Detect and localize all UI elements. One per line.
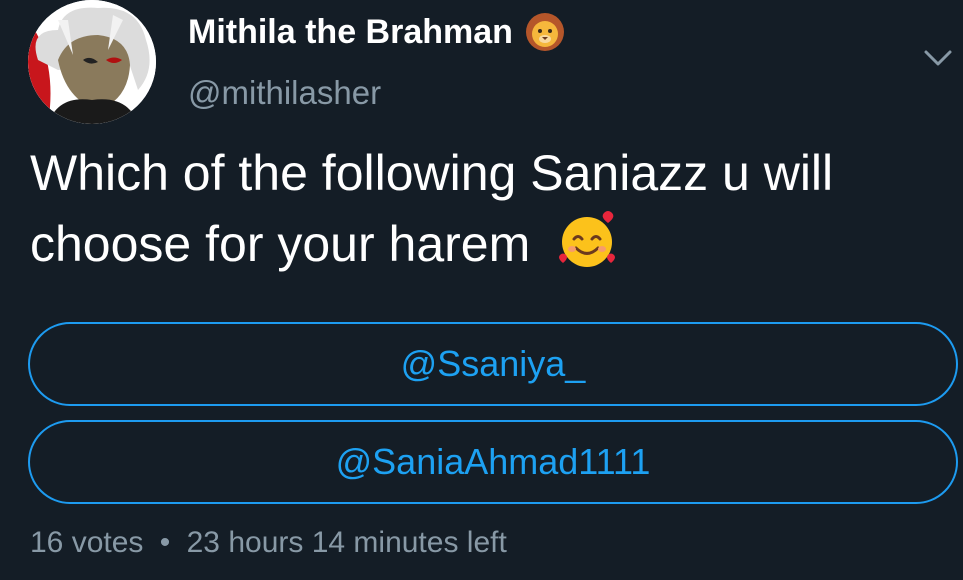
poll-footer: 16 votes • 23 hours 14 minutes left xyxy=(30,526,507,560)
tweet-text: Which of the following Saniazz u will ch… xyxy=(30,138,950,280)
avatar[interactable] xyxy=(28,0,156,124)
avatar-image-icon xyxy=(28,0,156,124)
lion-face-icon xyxy=(525,12,565,52)
poll-option-2-label: @SaniaAhmad1111 xyxy=(335,441,651,482)
poll-option-2[interactable]: @SaniaAhmad1111 xyxy=(28,420,958,504)
separator-dot: • xyxy=(159,526,171,559)
tweet-text-line-2: choose for your harem xyxy=(30,216,531,272)
poll-option-1-label: @Ssaniya_ xyxy=(400,343,586,384)
tweet-text-line-1: Which of the following Saniazz u will xyxy=(30,145,834,201)
chevron-down-icon[interactable] xyxy=(918,44,958,74)
author-handle[interactable]: @mithilasher xyxy=(188,74,381,112)
poll-time-left: 23 hours 14 minutes left xyxy=(186,526,507,559)
tweet-card: Mithila the Brahman @mithilasher Which o… xyxy=(0,0,963,580)
poll-votes-count: 16 votes xyxy=(30,526,144,559)
display-name-text: Mithila the Brahman xyxy=(188,12,513,51)
tweet-text-line-2-row: choose for your harem xyxy=(30,209,950,280)
smiling-face-with-hearts-icon xyxy=(556,209,618,271)
poll-option-1[interactable]: @Ssaniya_ xyxy=(28,322,958,406)
display-name[interactable]: Mithila the Brahman xyxy=(188,12,565,52)
